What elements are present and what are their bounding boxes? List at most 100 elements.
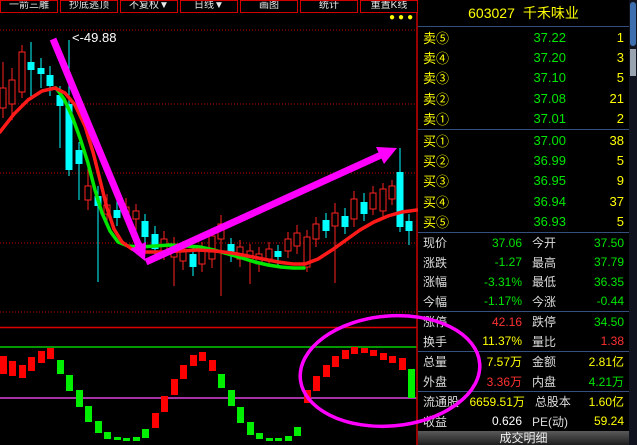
price-annotation: <-49.88 [72, 30, 116, 45]
level-label: 买④ [423, 192, 467, 211]
stat-label: 总量 [423, 353, 471, 370]
level-price[interactable]: 36.95 [467, 173, 582, 188]
scrollbar-thumb[interactable] [630, 2, 636, 46]
buy-row: 买①37.0038 [418, 130, 629, 150]
level-volume: 5 [582, 153, 624, 168]
stat-value: 1.38 [578, 334, 624, 348]
stock-code: 603027 [468, 5, 515, 21]
level-volume: 21 [582, 91, 624, 106]
stat-value: 2.81亿 [578, 353, 624, 370]
stat-label: 流通股 [423, 393, 470, 410]
stat-value: 34.50 [578, 315, 624, 329]
buy-row: 买④36.9437 [418, 191, 629, 211]
stat-row: 总量7.57万金额2.81亿 [418, 352, 629, 372]
stat-value: 3.36万 [471, 373, 524, 390]
stat-label: 涨跌 [423, 254, 471, 271]
stat-label: 总股本 [527, 393, 580, 410]
level-price[interactable]: 36.93 [467, 214, 582, 229]
level-label: 卖① [423, 109, 467, 128]
stat-value: 36.35 [578, 275, 624, 289]
level-volume: 5 [582, 70, 624, 85]
stat-row: 收益0.626PE(动)59.24 [418, 412, 629, 432]
buy-row: 买②36.995 [418, 150, 629, 170]
level-price[interactable]: 36.99 [467, 153, 582, 168]
stat-row: 涨停42.16跌停34.50 [418, 312, 629, 332]
stat-value: 4.21万 [578, 373, 624, 390]
stat-value: -3.31% [471, 275, 524, 289]
stat-value: -1.17% [471, 294, 524, 308]
stat-row: 涨幅-3.31%最低36.35 [418, 272, 629, 292]
stat-label: 量比 [524, 333, 578, 350]
stat-label: 金额 [524, 353, 578, 370]
stat-label: 外盘 [423, 373, 471, 390]
scrollbar[interactable] [629, 0, 637, 445]
stat-label: 换手 [423, 333, 471, 350]
stat-label: 今开 [524, 234, 578, 251]
level-price[interactable]: 37.10 [467, 70, 582, 85]
stat-label: 涨停 [423, 313, 471, 330]
stat-label: 现价 [423, 234, 471, 251]
toolbar-button[interactable]: 日线▼ [180, 0, 238, 13]
level-price[interactable]: 37.08 [467, 91, 582, 106]
sell-row: 卖③37.105 [418, 68, 629, 88]
level-label: 卖② [423, 89, 467, 108]
toolbar-button[interactable]: 画图 [240, 0, 298, 13]
stats-grid: 现价37.06今开37.50 涨跌-1.27最高37.79涨幅-3.31%最低36… [418, 233, 629, 431]
stat-value: 42.16 [471, 315, 524, 329]
level-price[interactable]: 37.00 [467, 133, 582, 148]
level-volume: 1 [582, 30, 624, 45]
toolbar-button[interactable]: 不复权▼ [120, 0, 178, 13]
stat-row: 换手11.37%量比1.38 [418, 331, 629, 352]
level-label: 买③ [423, 171, 467, 190]
toolbar: 一箭三雕抄底逃顶不复权▼日线▼画图统计重置K线 [0, 0, 418, 13]
stat-row: 今幅-1.17%今涨-0.44 [418, 291, 629, 312]
stat-value: 59.24 [578, 414, 624, 428]
stat-label: 涨幅 [423, 273, 471, 290]
level-volume: 37 [582, 194, 624, 209]
stat-label: 今幅 [423, 293, 471, 310]
level-volume: 9 [582, 173, 624, 188]
menu-dots-icon[interactable]: ●●● [389, 12, 416, 23]
stat-label: 最高 [524, 254, 578, 271]
stat-label: 内盘 [524, 373, 578, 390]
level-volume: 3 [582, 50, 624, 65]
trading-app-window: 一箭三雕抄底逃顶不复权▼日线▼画图统计重置K线 ●●● <-49.88 6030… [0, 0, 637, 445]
scrollbar-segment [630, 49, 636, 76]
stat-value: 37.06 [471, 236, 524, 250]
stat-label: 今涨 [524, 293, 578, 310]
level-price[interactable]: 37.22 [467, 30, 582, 45]
stat-row: 流通股6659.51万总股本1.60亿 [418, 392, 629, 412]
toolbar-button[interactable]: 一箭三雕 [0, 0, 58, 13]
quote-panel: 603027千禾味业 卖⑤37.221卖④37.203卖③37.105卖②37.… [418, 0, 629, 445]
stat-value: 37.50 [578, 236, 624, 250]
stat-value: 1.60亿 [579, 393, 624, 410]
sell-row: 卖①37.012 [418, 109, 629, 129]
stat-value: 0.626 [471, 414, 524, 428]
level-price[interactable]: 37.20 [467, 50, 582, 65]
sell-levels: 卖⑤37.221卖④37.203卖③37.105卖②37.0821卖①37.01… [418, 27, 629, 129]
tab-transaction-detail[interactable]: 成交明细 [418, 431, 629, 445]
toolbar-button[interactable]: 统计 [300, 0, 358, 13]
stat-value: -0.44 [578, 294, 624, 308]
level-price[interactable]: 37.01 [467, 111, 582, 126]
sell-row: 卖⑤37.221 [418, 27, 629, 47]
buy-row: 买⑤36.935 [418, 212, 629, 232]
stat-value: 6659.51万 [470, 393, 527, 410]
sell-row: 卖④37.203 [418, 47, 629, 67]
stat-label: 最低 [524, 273, 578, 290]
level-price[interactable]: 36.94 [467, 194, 582, 209]
toolbar-button[interactable]: 抄底逃顶 [60, 0, 118, 13]
stat-row: 涨跌-1.27最高37.79 [418, 252, 629, 272]
candlestick-chart[interactable] [0, 0, 418, 445]
buy-row: 买③36.959 [418, 171, 629, 191]
level-label: 卖④ [423, 48, 467, 67]
level-label: 买① [423, 131, 467, 150]
level-volume: 5 [582, 214, 624, 229]
level-volume: 38 [582, 133, 624, 148]
stat-label: 跌停 [524, 313, 578, 330]
level-volume: 2 [582, 111, 624, 126]
stat-value: 11.37% [471, 334, 524, 348]
buy-levels: 买①37.0038买②36.995买③36.959买④36.9437买⑤36.9… [418, 130, 629, 232]
stock-name: 千禾味业 [523, 5, 579, 21]
stat-label: 收益 [423, 413, 471, 430]
